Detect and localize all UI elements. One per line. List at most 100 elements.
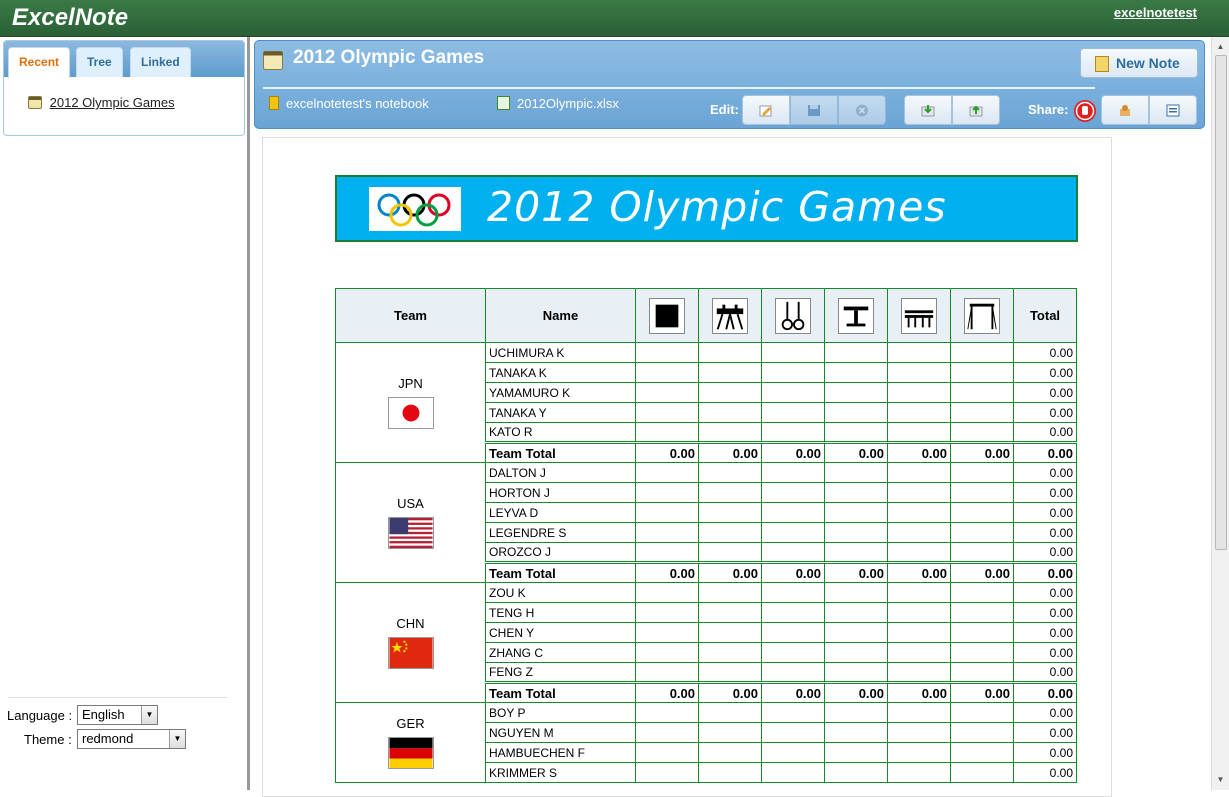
- score-cell[interactable]: [698, 722, 762, 743]
- share-user-button[interactable]: [1101, 95, 1149, 125]
- team-cell-ger[interactable]: GER: [335, 702, 486, 783]
- score-cell[interactable]: [824, 502, 888, 523]
- team-total-cell[interactable]: 0.00: [635, 441, 699, 463]
- score-cell[interactable]: [887, 602, 951, 623]
- share-form-button[interactable]: [1149, 95, 1197, 125]
- score-cell[interactable]: [824, 582, 888, 603]
- athlete-name-cell[interactable]: DALTON J: [485, 462, 636, 483]
- score-cell[interactable]: [761, 722, 825, 743]
- score-cell[interactable]: [824, 362, 888, 383]
- score-cell[interactable]: [761, 742, 825, 763]
- athlete-total-cell[interactable]: 0.00: [1013, 762, 1077, 783]
- team-total-cell[interactable]: 0.00: [761, 561, 825, 583]
- team-cell-jpn[interactable]: JPN: [335, 342, 486, 463]
- score-cell[interactable]: [761, 342, 825, 363]
- score-cell[interactable]: [887, 402, 951, 423]
- team-total-cell[interactable]: 0.00: [761, 681, 825, 703]
- athlete-name-cell[interactable]: NGUYEN M: [485, 722, 636, 743]
- notebook-link[interactable]: excelnotetest's notebook: [269, 96, 429, 111]
- score-cell[interactable]: [698, 402, 762, 423]
- score-cell[interactable]: [761, 362, 825, 383]
- score-cell[interactable]: [950, 422, 1014, 443]
- score-cell[interactable]: [824, 342, 888, 363]
- team-total-label[interactable]: Team Total: [485, 561, 636, 583]
- score-cell[interactable]: [824, 642, 888, 663]
- scroll-thumb[interactable]: [1215, 55, 1227, 550]
- team-total-cell[interactable]: 0.00: [1013, 441, 1077, 463]
- score-cell[interactable]: [950, 502, 1014, 523]
- score-cell[interactable]: [887, 742, 951, 763]
- score-cell[interactable]: [887, 482, 951, 503]
- score-cell[interactable]: [635, 622, 699, 643]
- score-cell[interactable]: [635, 502, 699, 523]
- score-cell[interactable]: [698, 342, 762, 363]
- score-cell[interactable]: [950, 742, 1014, 763]
- team-total-cell[interactable]: 0.00: [761, 441, 825, 463]
- score-cell[interactable]: [761, 382, 825, 403]
- score-cell[interactable]: [761, 602, 825, 623]
- score-cell[interactable]: [635, 542, 699, 563]
- score-cell[interactable]: [698, 462, 762, 483]
- team-total-cell[interactable]: 0.00: [824, 681, 888, 703]
- score-cell[interactable]: [950, 602, 1014, 623]
- score-cell[interactable]: [635, 662, 699, 683]
- score-cell[interactable]: [635, 462, 699, 483]
- athlete-total-cell[interactable]: 0.00: [1013, 402, 1077, 423]
- score-cell[interactable]: [950, 402, 1014, 423]
- recent-note-item[interactable]: 2012 Olympic Games: [28, 95, 175, 110]
- user-link[interactable]: excelnotetest: [1114, 5, 1197, 20]
- score-cell[interactable]: [887, 522, 951, 543]
- score-cell[interactable]: [635, 762, 699, 783]
- cancel-button[interactable]: [838, 95, 886, 125]
- vertical-scrollbar[interactable]: ▲ ▼: [1211, 37, 1229, 790]
- score-cell[interactable]: [824, 542, 888, 563]
- athlete-total-cell[interactable]: 0.00: [1013, 542, 1077, 563]
- score-cell[interactable]: [698, 742, 762, 763]
- score-cell[interactable]: [887, 462, 951, 483]
- score-cell[interactable]: [950, 762, 1014, 783]
- score-cell[interactable]: [887, 582, 951, 603]
- team-total-label[interactable]: Team Total: [485, 681, 636, 703]
- athlete-name-cell[interactable]: ZHANG C: [485, 642, 636, 663]
- score-cell[interactable]: [761, 642, 825, 663]
- score-cell[interactable]: [824, 662, 888, 683]
- athlete-name-cell[interactable]: YAMAMURO K: [485, 382, 636, 403]
- athlete-name-cell[interactable]: ZOU K: [485, 582, 636, 603]
- score-cell[interactable]: [887, 542, 951, 563]
- score-cell[interactable]: [950, 702, 1014, 723]
- score-cell[interactable]: [698, 762, 762, 783]
- score-cell[interactable]: [761, 462, 825, 483]
- score-cell[interactable]: [950, 582, 1014, 603]
- score-cell[interactable]: [887, 502, 951, 523]
- team-total-label[interactable]: Team Total: [485, 441, 636, 463]
- score-cell[interactable]: [761, 662, 825, 683]
- score-cell[interactable]: [824, 422, 888, 443]
- score-cell[interactable]: [887, 362, 951, 383]
- score-cell[interactable]: [950, 382, 1014, 403]
- file-link[interactable]: 2012Olympic.xlsx: [497, 96, 619, 111]
- score-cell[interactable]: [887, 702, 951, 723]
- score-cell[interactable]: [698, 542, 762, 563]
- team-total-cell[interactable]: 0.00: [635, 681, 699, 703]
- score-cell[interactable]: [950, 362, 1014, 383]
- athlete-total-cell[interactable]: 0.00: [1013, 582, 1077, 603]
- team-total-cell[interactable]: 0.00: [887, 441, 951, 463]
- team-total-cell[interactable]: 0.00: [824, 561, 888, 583]
- scroll-down-icon[interactable]: ▼: [1214, 772, 1227, 788]
- score-cell[interactable]: [950, 662, 1014, 683]
- theme-select[interactable]: redmond ▼: [77, 729, 186, 749]
- score-cell[interactable]: [698, 422, 762, 443]
- score-cell[interactable]: [887, 722, 951, 743]
- new-note-button[interactable]: New Note: [1080, 48, 1198, 78]
- save-button[interactable]: [790, 95, 838, 125]
- athlete-total-cell[interactable]: 0.00: [1013, 602, 1077, 623]
- score-cell[interactable]: [824, 522, 888, 543]
- athlete-name-cell[interactable]: KRIMMER S: [485, 762, 636, 783]
- athlete-total-cell[interactable]: 0.00: [1013, 742, 1077, 763]
- score-cell[interactable]: [950, 522, 1014, 543]
- score-cell[interactable]: [887, 422, 951, 443]
- score-cell[interactable]: [761, 702, 825, 723]
- athlete-name-cell[interactable]: TANAKA Y: [485, 402, 636, 423]
- score-cell[interactable]: [635, 742, 699, 763]
- team-total-cell[interactable]: 0.00: [824, 441, 888, 463]
